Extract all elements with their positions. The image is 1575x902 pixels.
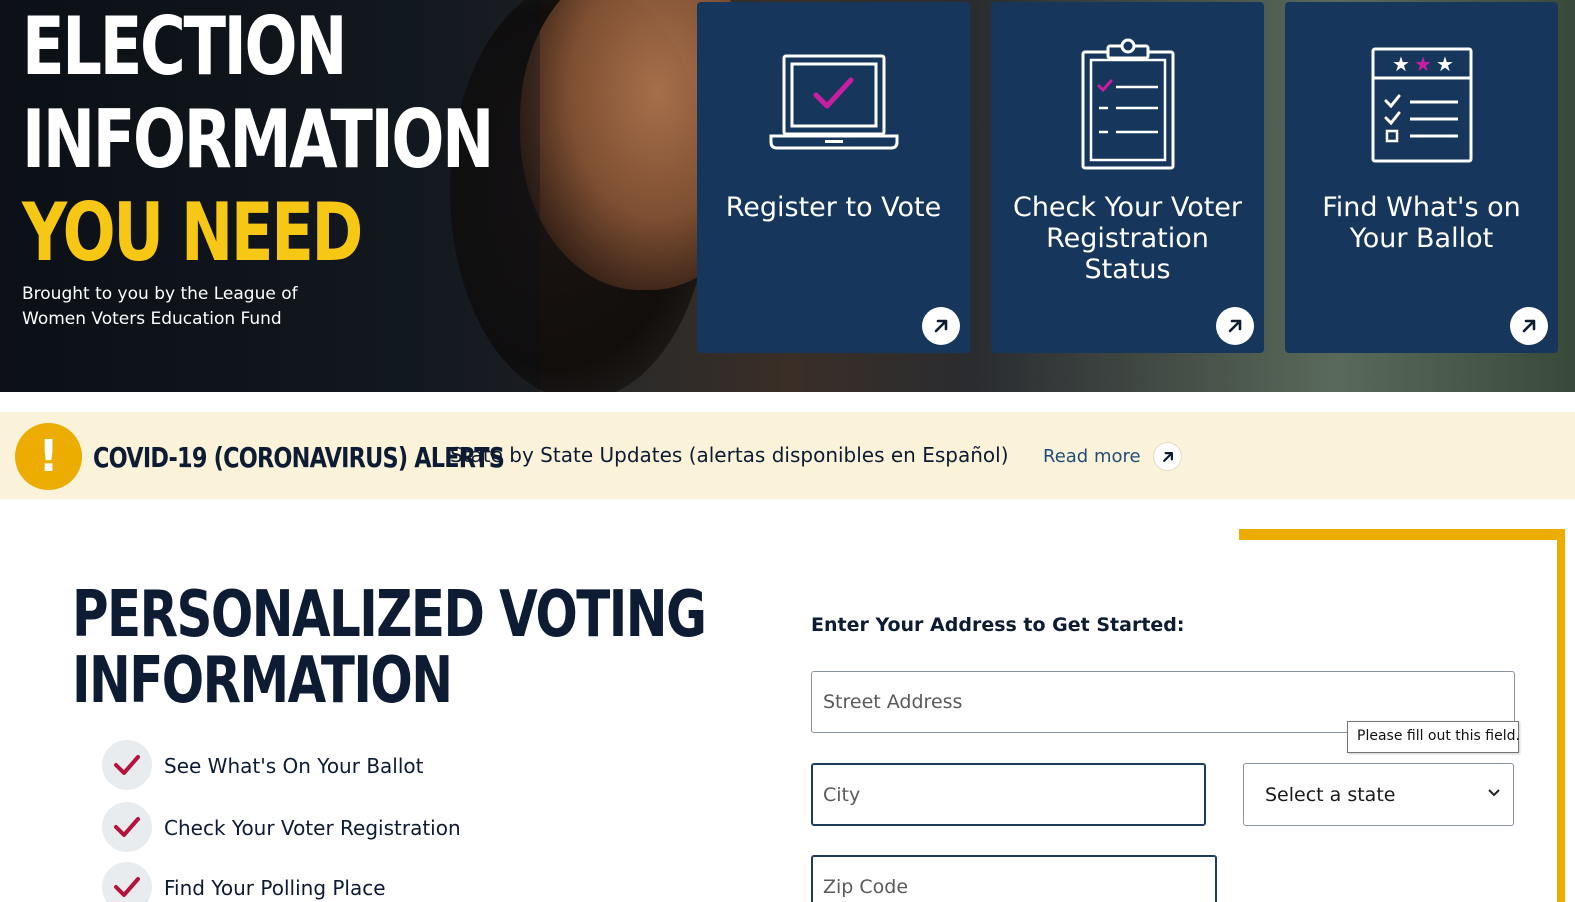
list-item-label: See What's On Your Ballot xyxy=(164,754,424,778)
arrow-link-icon[interactable] xyxy=(1154,443,1181,470)
checkmark-icon xyxy=(102,740,152,790)
card-label: Find What's on Your Ballot xyxy=(1322,192,1521,254)
clipboard-checklist-icon xyxy=(1081,38,1174,170)
decorative-corner-top xyxy=(1239,529,1565,540)
check-registration-card[interactable]: Check Your Voter Registration Status xyxy=(991,2,1264,353)
chevron-down-icon xyxy=(1488,789,1500,797)
card-label: Register to Vote xyxy=(725,192,942,223)
alert-text: State by State Updates (alertas disponib… xyxy=(450,443,1009,467)
ballot-stars-icon: ★ ★ ★ xyxy=(1371,47,1472,163)
checkmark-icon xyxy=(102,802,152,852)
hero-title-line2: INFORMATION xyxy=(22,93,494,186)
hero-title-line1: ELECTION xyxy=(22,0,347,93)
svg-text:★: ★ xyxy=(1392,52,1410,76)
arrow-link-icon[interactable] xyxy=(922,307,960,345)
arrow-link-icon[interactable] xyxy=(1510,307,1548,345)
find-ballot-card[interactable]: ★ ★ ★ Find What's on Your Ballot xyxy=(1285,2,1558,353)
state-select-value: Select a state xyxy=(1265,784,1396,806)
svg-text:★: ★ xyxy=(1436,52,1454,76)
personalized-voting-title: PERSONALIZED VOTING INFORMATION xyxy=(72,578,707,718)
state-select[interactable]: Select a state xyxy=(1243,763,1514,826)
title-line1: PERSONALIZED VOTING xyxy=(72,578,707,652)
city-input[interactable] xyxy=(811,763,1206,826)
list-item-label: Check Your Voter Registration xyxy=(164,816,461,840)
validation-tooltip: Please fill out this field. xyxy=(1347,721,1520,753)
svg-text:★: ★ xyxy=(1414,52,1432,76)
alert-title: COVID-19 (CORONAVIRUS) ALERTS xyxy=(93,441,505,474)
hero-title: ELECTION INFORMATION YOU NEED xyxy=(22,0,494,279)
zip-code-input[interactable] xyxy=(811,855,1217,902)
list-item-label: Find Your Polling Place xyxy=(164,876,386,900)
arrow-link-icon[interactable] xyxy=(1216,307,1254,345)
hero-subtitle: Brought to you by the League of Women Vo… xyxy=(22,284,298,329)
form-heading: Enter Your Address to Get Started: xyxy=(811,614,1185,636)
covid-alert-bar: ! COVID-19 (CORONAVIRUS) ALERTS State by… xyxy=(0,412,1575,499)
card-label: Check Your Voter Registration Status xyxy=(1012,192,1243,285)
register-to-vote-card[interactable]: Register to Vote xyxy=(697,2,970,353)
laptop-check-icon xyxy=(769,54,898,150)
hero-banner: ELECTION INFORMATION YOU NEED Brought to… xyxy=(0,0,1575,392)
hero-title-line3: YOU NEED xyxy=(22,186,363,279)
title-line2: INFORMATION xyxy=(72,644,453,718)
read-more-link[interactable]: Read more xyxy=(1043,446,1141,467)
exclamation-icon: ! xyxy=(15,423,82,490)
decorative-corner-right xyxy=(1557,529,1565,902)
checkmark-icon xyxy=(102,862,152,902)
